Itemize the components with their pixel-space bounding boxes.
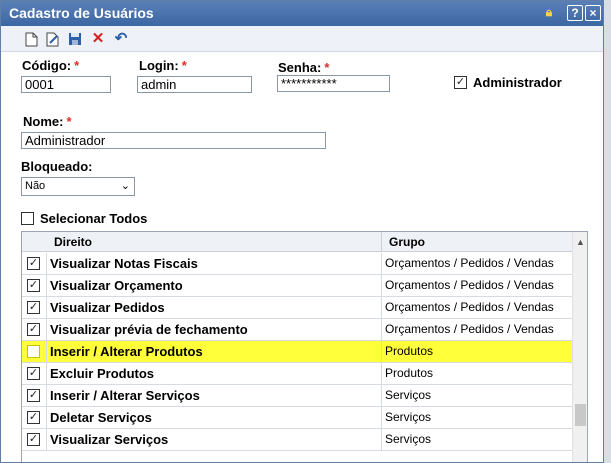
admin-checkbox[interactable]: ✓: [454, 76, 467, 89]
help-icon[interactable]: ?: [567, 5, 583, 21]
required-mark: *: [74, 58, 80, 73]
table-row[interactable]: ✓ Visualizar prévia de fechamento Orçament…: [22, 319, 572, 341]
select-all-label: Selecionar Todos: [40, 211, 148, 226]
senha-field[interactable]: [277, 75, 390, 92]
bloqueado-select[interactable]: Não ⌄: [21, 177, 135, 196]
right-group: Serviços: [385, 388, 432, 402]
cell-divider: [46, 341, 47, 362]
right-name: Visualizar prévia de fechamento: [50, 322, 248, 337]
right-group: Produtos: [385, 366, 434, 380]
right-name: Visualizar Notas Fiscais: [50, 256, 198, 271]
bloqueado-value: Não: [25, 180, 46, 192]
scroll-up-icon[interactable]: ▲: [576, 237, 585, 247]
delete-icon[interactable]: ✕: [90, 31, 106, 47]
background-window-edge: [604, 0, 611, 463]
undo-icon[interactable]: ↶: [113, 31, 129, 47]
cell-divider: [381, 319, 382, 340]
right-group: Serviços: [385, 410, 432, 424]
nome-field[interactable]: [21, 132, 326, 149]
nome-label-text: Nome:: [23, 114, 64, 129]
table-row[interactable]: Inserir / Alterar Produtos Produtos: [22, 341, 572, 363]
row-checkbox[interactable]: ✓: [27, 367, 40, 380]
select-all-checkbox[interactable]: [21, 212, 34, 225]
table-header: Direito Grupo: [22, 232, 572, 252]
row-checkbox[interactable]: ✓: [27, 389, 40, 402]
table-row[interactable]: ✓ Visualizar Serviços Serviços: [22, 429, 572, 451]
cell-divider: [381, 253, 382, 274]
lock-icon[interactable]: 🔒︎: [541, 5, 557, 21]
table-row[interactable]: ✓ Visualizar Pedidos Orçamentos / Pedidos …: [22, 297, 572, 319]
bloqueado-label: Bloqueado:: [21, 159, 93, 174]
cell-divider: [381, 429, 382, 450]
vertical-scrollbar[interactable]: ▲: [572, 232, 587, 462]
login-label: Login: *: [139, 58, 187, 73]
user-registration-window: Cadastro de Usuários 🔒︎ ? × ✕ ↶ Código: *…: [0, 0, 604, 463]
codigo-field[interactable]: [21, 76, 111, 93]
row-checkbox[interactable]: ✓: [27, 279, 40, 292]
right-name: Excluir Produtos: [50, 366, 155, 381]
right-group: Produtos: [385, 344, 434, 358]
header-grupo[interactable]: Grupo: [389, 235, 425, 249]
table-row[interactable]: ✓ Deletar Serviços Serviços: [22, 407, 572, 429]
cell-divider: [46, 407, 47, 428]
senha-label-text: Senha:: [278, 60, 322, 75]
right-group: Orçamentos / Pedidos / Vendas: [385, 300, 554, 314]
cell-divider: [381, 363, 382, 384]
cell-divider: [381, 341, 382, 362]
cell-divider: [381, 297, 382, 318]
cell-divider: [381, 407, 382, 428]
row-checkbox[interactable]: ✓: [27, 433, 40, 446]
login-label-text: Login:: [139, 58, 179, 73]
edit-icon[interactable]: [45, 31, 61, 47]
admin-label: Administrador: [473, 75, 562, 90]
scroll-thumb[interactable]: [575, 404, 586, 426]
right-group: Serviços: [385, 432, 432, 446]
row-checkbox[interactable]: [27, 345, 40, 358]
cell-divider: [46, 385, 47, 406]
codigo-label: Código: *: [22, 58, 79, 73]
table-row[interactable]: ✓ Inserir / Alterar Serviços Serviços: [22, 385, 572, 407]
right-name: Visualizar Serviços: [50, 432, 169, 447]
row-checkbox[interactable]: ✓: [27, 411, 40, 424]
codigo-label-text: Código:: [22, 58, 72, 73]
table-row[interactable]: ✓ Excluir Produtos Produtos: [22, 363, 572, 385]
cell-divider: [46, 363, 47, 384]
chevron-down-icon: ⌄: [120, 180, 130, 192]
cell-divider: [46, 297, 47, 318]
window-title: Cadastro de Usuários: [9, 5, 154, 21]
row-checkbox[interactable]: ✓: [27, 323, 40, 336]
row-checkbox[interactable]: ✓: [27, 257, 40, 270]
senha-label: Senha: *: [278, 60, 329, 75]
table-row[interactable]: ✓ Visualizar Notas Fiscais Orçamentos / Pe…: [22, 253, 572, 275]
right-name: Inserir / Alterar Serviços: [50, 388, 200, 403]
save-icon[interactable]: [67, 31, 83, 47]
right-name: Visualizar Orçamento: [50, 278, 183, 293]
required-mark: *: [324, 60, 330, 75]
right-group: Orçamentos / Pedidos / Vendas: [385, 322, 554, 336]
right-group: Orçamentos / Pedidos / Vendas: [385, 278, 554, 292]
required-mark: *: [181, 58, 187, 73]
header-direito[interactable]: Direito: [54, 235, 92, 249]
cell-divider: [46, 319, 47, 340]
row-checkbox[interactable]: ✓: [27, 301, 40, 314]
right-group: Orçamentos / Pedidos / Vendas: [385, 256, 554, 270]
window-title-bar: Cadastro de Usuários 🔒︎ ? ×: [1, 1, 603, 26]
table-row[interactable]: ✓ Visualizar Orçamento Orçamentos / Pedido…: [22, 275, 572, 297]
cell-divider: [46, 253, 47, 274]
right-name: Visualizar Pedidos: [50, 300, 165, 315]
nome-label: Nome: *: [23, 114, 72, 129]
right-name: Inserir / Alterar Produtos: [50, 344, 203, 359]
toolbar: ✕ ↶: [1, 26, 603, 52]
cell-divider: [46, 429, 47, 450]
cell-divider: [46, 275, 47, 296]
required-mark: *: [66, 114, 72, 129]
cell-divider: [381, 275, 382, 296]
login-field[interactable]: [137, 76, 252, 93]
permissions-table: Direito Grupo ✓ Visualizar Notas Fiscais O…: [21, 231, 588, 462]
cell-divider: [381, 385, 382, 406]
close-icon[interactable]: ×: [585, 5, 601, 21]
right-name: Deletar Serviços: [50, 410, 152, 425]
header-divider: [381, 232, 382, 252]
new-document-icon[interactable]: [23, 31, 39, 47]
